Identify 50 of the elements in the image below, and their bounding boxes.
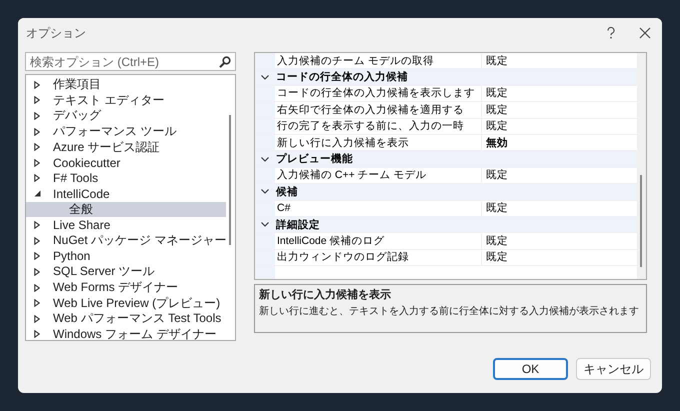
property-value[interactable]: 既定 [482, 200, 637, 216]
tree-item[interactable]: NuGet パッケージ マネージャー [26, 232, 226, 249]
property-value[interactable]: 既定 [482, 86, 637, 102]
property-name[interactable]: IntelliCode 候補のログ [275, 233, 482, 249]
tree-item[interactable]: Web パフォーマンス Test Tools [26, 310, 226, 326]
property-value[interactable]: 既定 [482, 168, 637, 184]
question-mark-icon [607, 27, 615, 39]
property-name[interactable]: 入力候補のチーム モデルの取得 [275, 53, 482, 68]
property-value[interactable]: 既定 [482, 233, 637, 249]
category-header[interactable]: コードの行全体の入力候補 [275, 69, 637, 85]
property-name[interactable]: 新しい行に入力候補を表示 [275, 134, 482, 150]
property-name[interactable]: 右矢印で行全体の入力候補を適用する [275, 102, 482, 118]
property-value[interactable]: 既定 [482, 53, 637, 68]
property-value[interactable]: 既定 [482, 250, 637, 266]
property-value[interactable]: 既定 [482, 118, 637, 134]
window-title: オプション [26, 24, 87, 42]
property-name[interactable]: 出力ウィンドウのログ記録 [275, 250, 482, 266]
tree-item[interactable]: Web Forms デザイナー [26, 280, 226, 296]
category-header[interactable]: 詳細設定 [275, 216, 637, 232]
tree-item[interactable]: SQL Server ツール [26, 264, 226, 280]
category-header[interactable]: プレビュー機能 [275, 151, 637, 167]
tree-item[interactable]: F# Tools [26, 170, 226, 186]
tree-item[interactable]: Live Share [26, 217, 226, 233]
property-name[interactable]: 入力候補の C++ チーム モデル [275, 168, 482, 184]
description-title: 新しい行に入力候補を表示 [259, 288, 391, 302]
tree-item[interactable]: 作業項目 [26, 77, 226, 93]
search-field[interactable]: 検索オプション (Ctrl+E) [25, 52, 236, 71]
close-icon [639, 27, 651, 39]
property-value[interactable]: 既定 [482, 102, 637, 118]
ok-button[interactable]: OK [493, 358, 568, 380]
search-icon [219, 56, 231, 68]
tree-item[interactable]: Cookiecutter [26, 154, 226, 171]
tree-item[interactable]: テキスト エディター [26, 92, 226, 108]
tree-item[interactable]: Azure サービス認証 [26, 139, 226, 155]
property-name[interactable]: C# [275, 200, 482, 216]
tree-item[interactable]: デバッグ [26, 108, 226, 124]
property-name[interactable]: 行の完了を表示する前に、入力の一時 [275, 118, 482, 134]
tree-item[interactable]: IntelliCode [26, 186, 226, 202]
tree-item[interactable]: パフォーマンス ツール [26, 124, 226, 140]
tree-item[interactable]: 全般 [26, 202, 226, 218]
scrollbar-thumb[interactable] [229, 115, 232, 245]
category-header[interactable]: 候補 [275, 184, 637, 200]
tree-item[interactable]: Windows フォーム デザイナー [26, 326, 226, 340]
cancel-button[interactable]: キャンセル [576, 358, 651, 380]
scrollbar-thumb[interactable] [640, 175, 642, 267]
property-value[interactable]: 無効 [482, 134, 637, 150]
property-name[interactable]: コードの行全体の入力候補を表示します [275, 86, 482, 102]
tree-item[interactable]: Web Live Preview (プレビュー) [26, 295, 226, 311]
tree-item[interactable]: Python [26, 248, 226, 264]
description-text: 新しい行に進むと、テキストを入力する前に行全体に対する入力候補が表示されます [259, 304, 639, 318]
